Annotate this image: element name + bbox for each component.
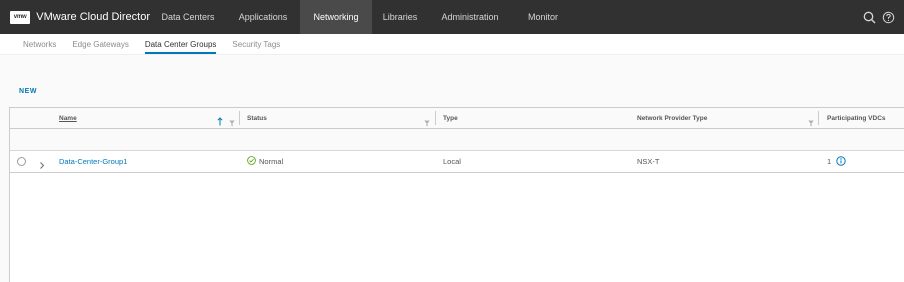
participating-vdcs-cell: 1 [827,151,846,172]
column-type-label[interactable]: Type [443,115,458,122]
column-header-provider-type[interactable]: Network Provider Type [637,108,707,128]
info-icon[interactable] [836,155,846,168]
help-icon[interactable] [882,0,904,34]
table-row[interactable]: Data-Center-Group1 Normal Local NSX-T 1 [10,151,904,173]
nav-tab-monitor[interactable]: Monitor [512,0,574,34]
column-vdcs-label[interactable]: Participating VDCs [827,115,886,122]
nav-tab-networking[interactable]: Networking [300,0,372,34]
data-center-groups-grid: Name Status Type Network Provider Type P… [9,107,904,282]
nav-tab-administration[interactable]: Administration [428,0,512,34]
nav-tab-data-centers[interactable]: Data Centers [150,0,226,34]
column-header-participating-vdcs[interactable]: Participating VDCs [827,108,886,128]
new-button[interactable]: NEW [19,88,37,95]
column-header-status[interactable]: Status [247,108,267,128]
sub-navigation: Networks Edge Gateways Data Center Group… [0,34,904,55]
tab-data-center-groups[interactable]: Data Center Groups [144,34,216,54]
type-cell: Local [443,157,461,166]
column-name-label[interactable]: Name [59,115,77,122]
column-divider[interactable] [435,111,436,125]
main-nav: Data Centers Applications Networking Lib… [150,0,574,34]
top-navigation: vmw VMware Cloud Director Data Centers A… [0,0,904,34]
search-icon[interactable] [856,0,882,34]
chevron-right-icon[interactable] [39,157,45,175]
nav-utilities [856,0,904,34]
tab-networks[interactable]: Networks [23,34,56,54]
tab-security-tags[interactable]: Security Tags [232,34,280,54]
nav-tab-applications[interactable]: Applications [226,0,300,34]
group-name-link[interactable]: Data-Center-Group1 [59,151,127,172]
tab-edge-gateways[interactable]: Edge Gateways [72,34,128,54]
nav-tab-libraries[interactable]: Libraries [372,0,428,34]
column-status-label[interactable]: Status [247,115,267,122]
status-text: Normal [259,157,284,166]
grid-filter-row [10,129,904,151]
status-cell: Normal [247,151,283,172]
column-header-name[interactable]: Name [59,108,237,128]
column-divider[interactable] [818,111,819,125]
brand[interactable]: vmw VMware Cloud Director [0,0,150,34]
provider-type-cell: NSX-T [637,157,660,166]
vdcs-count: 1 [827,157,832,166]
app-title: VMware Cloud Director [36,11,150,23]
check-circle-icon [247,156,256,167]
column-divider[interactable] [239,111,240,125]
grid-header: Name Status Type Network Provider Type P… [10,108,904,129]
column-header-type[interactable]: Type [443,108,458,128]
column-provider-label[interactable]: Network Provider Type [637,115,707,122]
row-select-radio[interactable] [17,157,26,166]
vmware-logo: vmw [10,10,31,24]
